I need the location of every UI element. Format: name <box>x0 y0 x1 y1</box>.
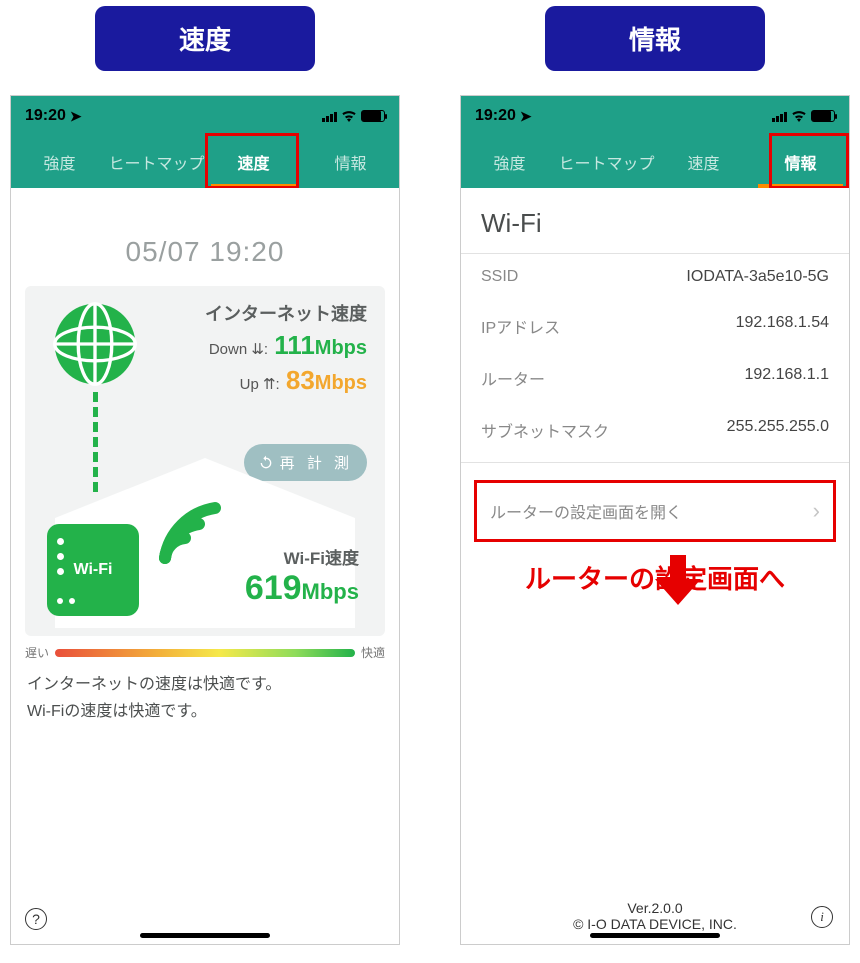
status-bar: 19:20 ➤ <box>11 96 399 136</box>
wifi-speed-unit: Mbps <box>302 579 359 604</box>
up-label: Up ⇈: <box>240 376 280 393</box>
down-label: Down ⇊: <box>209 341 268 358</box>
copyright-text: © I-O DATA DEVICE, INC. <box>461 916 849 932</box>
ssid-value: IODATA-3a5e10-5G <box>686 268 829 286</box>
help-icon[interactable]: ? <box>25 908 47 930</box>
wifi-section-title: Wi-Fi <box>461 188 849 254</box>
summary-text: インターネットの速度は快適です。 Wi-Fiの速度は快適です。 <box>27 671 383 725</box>
down-unit: Mbps <box>315 337 367 359</box>
tab-strength[interactable]: 強度 <box>11 136 108 188</box>
tab-strength[interactable]: 強度 <box>461 136 558 188</box>
signal-icon <box>322 110 337 122</box>
status-time: 19:20 <box>25 107 66 125</box>
summary-line-1: インターネットの速度は快適です。 <box>27 671 383 698</box>
home-indicator <box>590 933 720 938</box>
tab-heatmap[interactable]: ヒートマップ <box>558 136 655 188</box>
speed-legend: 遅い 快適 <box>25 644 385 661</box>
battery-icon <box>361 110 385 122</box>
phone-screen-speed: 19:20 ➤ 強度 ヒートマップ 速度 情報 05/07 19:20 <box>10 95 400 945</box>
title-pill-info: 情報 <box>545 6 765 71</box>
wifi-signal-icon <box>155 478 255 568</box>
up-unit: Mbps <box>315 372 367 394</box>
row-subnet: サブネットマスク 255.255.255.0 <box>461 404 849 456</box>
speed-card: インターネット速度 Down ⇊: 111Mbps Up ⇈: 83Mbps <box>25 286 385 636</box>
home-indicator <box>140 933 270 938</box>
tab-speed[interactable]: 速度 <box>655 136 752 188</box>
tab-info[interactable]: 情報 <box>752 136 849 188</box>
info-content: Wi-Fi SSID IODATA-3a5e10-5G IPアドレス 192.1… <box>461 188 849 944</box>
legend-gradient <box>55 649 355 657</box>
router-value: 192.168.1.1 <box>744 366 829 390</box>
speed-content: 05/07 19:20 インターネット速度 Down ⇊: 111Mbps <box>11 188 399 944</box>
measurement-timestamp: 05/07 19:20 <box>11 188 399 268</box>
summary-line-2: Wi-Fiの速度は快適です。 <box>27 698 383 725</box>
router-icon: Wi-Fi <box>47 524 139 616</box>
download-row: Down ⇊: 111Mbps <box>205 330 367 361</box>
wifi-speed-value: 619 <box>245 569 302 607</box>
info-icon[interactable]: i <box>811 906 833 928</box>
legend-slow: 遅い <box>25 644 49 661</box>
tab-speed[interactable]: 速度 <box>205 136 302 188</box>
tab-heatmap[interactable]: ヒートマップ <box>108 136 205 188</box>
status-bar: 19:20 ➤ <box>461 96 849 136</box>
divider <box>461 462 849 463</box>
battery-icon <box>811 110 835 122</box>
open-router-settings-button[interactable]: ルーターの設定画面を開く <box>475 481 835 541</box>
open-router-label: ルーターの設定画面を開く <box>490 499 682 523</box>
wifi-speed-label: Wi-Fi速度 <box>245 544 359 569</box>
phone-screen-info: 19:20 ➤ 強度 ヒートマップ 速度 情報 Wi-Fi SSID <box>460 95 850 945</box>
subnet-value: 255.255.255.0 <box>727 418 829 442</box>
router-key: ルーター <box>481 366 545 390</box>
location-icon: ➤ <box>520 108 532 125</box>
upload-row: Up ⇈: 83Mbps <box>205 365 367 396</box>
version-text: Ver.2.0.0 <box>461 900 849 916</box>
up-value: 83 <box>286 365 315 395</box>
title-pill-speed: 速度 <box>95 6 315 71</box>
internet-speed-label: インターネット速度 <box>205 300 367 326</box>
tab-bar: 強度 ヒートマップ 速度 情報 <box>11 136 399 188</box>
down-value: 111 <box>274 330 315 360</box>
ip-key: IPアドレス <box>481 314 560 338</box>
signal-icon <box>772 110 787 122</box>
wifi-icon <box>791 110 807 122</box>
ssid-key: SSID <box>481 268 518 286</box>
row-ssid: SSID IODATA-3a5e10-5G <box>461 254 849 300</box>
tab-info[interactable]: 情報 <box>302 136 399 188</box>
row-router: ルーター 192.168.1.1 <box>461 352 849 404</box>
footer: Ver.2.0.0 © I-O DATA DEVICE, INC. <box>461 900 849 932</box>
subnet-key: サブネットマスク <box>481 418 609 442</box>
status-time: 19:20 <box>475 107 516 125</box>
wifi-icon <box>341 110 357 122</box>
tab-bar: 強度 ヒートマップ 速度 情報 <box>461 136 849 188</box>
row-ip: IPアドレス 192.168.1.54 <box>461 300 849 352</box>
ip-value: 192.168.1.54 <box>736 314 829 338</box>
legend-fast: 快適 <box>361 644 385 661</box>
router-label: Wi-Fi <box>74 561 113 579</box>
location-icon: ➤ <box>70 108 82 125</box>
globe-icon <box>53 302 137 386</box>
